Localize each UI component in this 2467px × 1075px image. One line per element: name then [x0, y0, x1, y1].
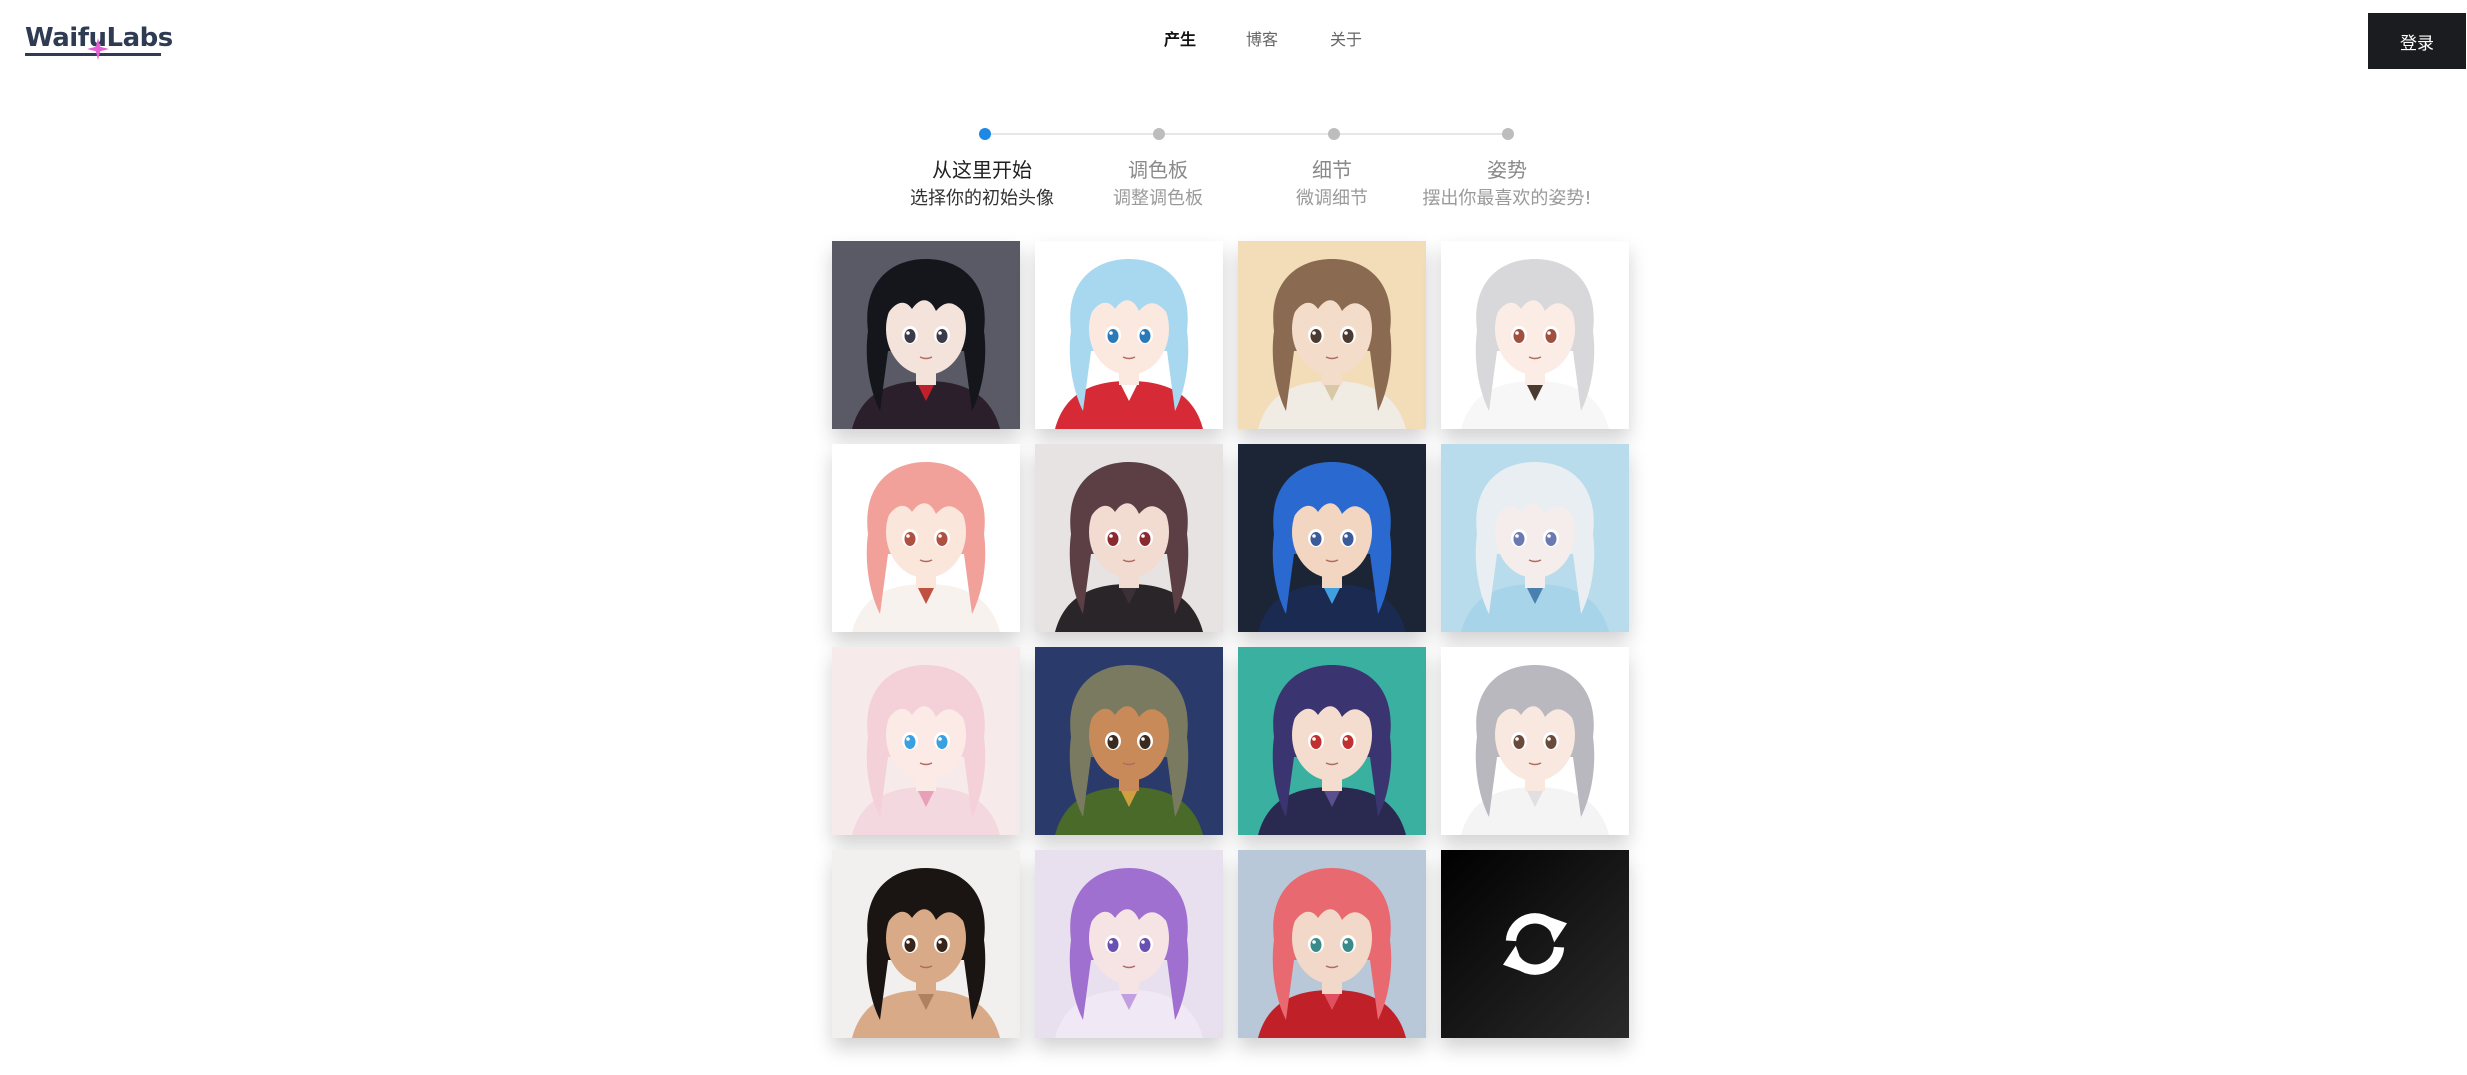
portrait-image	[1238, 850, 1426, 1038]
portrait-image	[832, 241, 1020, 429]
portrait-option[interactable]	[1441, 241, 1629, 429]
nav-item-generate[interactable]: 产生	[1164, 26, 1196, 50]
refresh-icon	[1503, 913, 1567, 975]
portrait-option[interactable]	[1238, 647, 1426, 835]
step-connector	[985, 133, 1159, 135]
top-nav: 产生 博客 关于	[0, 26, 2467, 50]
step-connector	[1160, 133, 1334, 135]
portrait-image	[832, 444, 1020, 632]
portrait-option[interactable]	[832, 647, 1020, 835]
step-dot-details[interactable]	[1328, 128, 1340, 140]
step-subtitle-pose: 摆出你最喜欢的姿势!	[1422, 188, 1592, 209]
portrait-option[interactable]	[1238, 241, 1426, 429]
progress-stepper: 从这里开始 调色板 细节 姿势 选择你的初始头像 调整调色板 微调细节 摆出你最…	[0, 120, 2467, 220]
portrait-option[interactable]	[1441, 647, 1629, 835]
portrait-image	[1441, 241, 1629, 429]
portrait-option[interactable]	[1035, 444, 1223, 632]
portrait-image	[1035, 241, 1223, 429]
step-dot-pose[interactable]	[1502, 128, 1514, 140]
portrait-image	[1035, 444, 1223, 632]
step-connector	[1334, 133, 1508, 135]
portrait-option[interactable]	[1035, 850, 1223, 1038]
nav-item-about[interactable]: 关于	[1330, 26, 1362, 50]
portrait-option[interactable]	[1035, 647, 1223, 835]
step-title-pose: 姿势	[1487, 158, 1527, 182]
portrait-image	[832, 647, 1020, 835]
portrait-option[interactable]	[832, 850, 1020, 1038]
portrait-option[interactable]	[832, 241, 1020, 429]
step-dot-palette[interactable]	[1153, 128, 1165, 140]
portrait-option[interactable]	[1441, 444, 1629, 632]
portrait-grid	[832, 241, 1630, 1039]
portrait-image	[1035, 850, 1223, 1038]
portrait-image	[1441, 444, 1629, 632]
portrait-image	[1035, 647, 1223, 835]
login-button[interactable]: 登录	[2368, 13, 2466, 69]
portrait-option[interactable]	[1035, 241, 1223, 429]
portrait-image	[832, 850, 1020, 1038]
refresh-button[interactable]	[1441, 850, 1629, 1038]
portrait-image	[1238, 444, 1426, 632]
nav-item-blog[interactable]: 博客	[1246, 26, 1278, 50]
portrait-option[interactable]	[1238, 850, 1426, 1038]
portrait-image	[1238, 647, 1426, 835]
portrait-option[interactable]	[832, 444, 1020, 632]
step-dot-start[interactable]	[979, 128, 991, 140]
portrait-image	[1441, 647, 1629, 835]
portrait-option[interactable]	[1238, 444, 1426, 632]
portrait-image	[1238, 241, 1426, 429]
